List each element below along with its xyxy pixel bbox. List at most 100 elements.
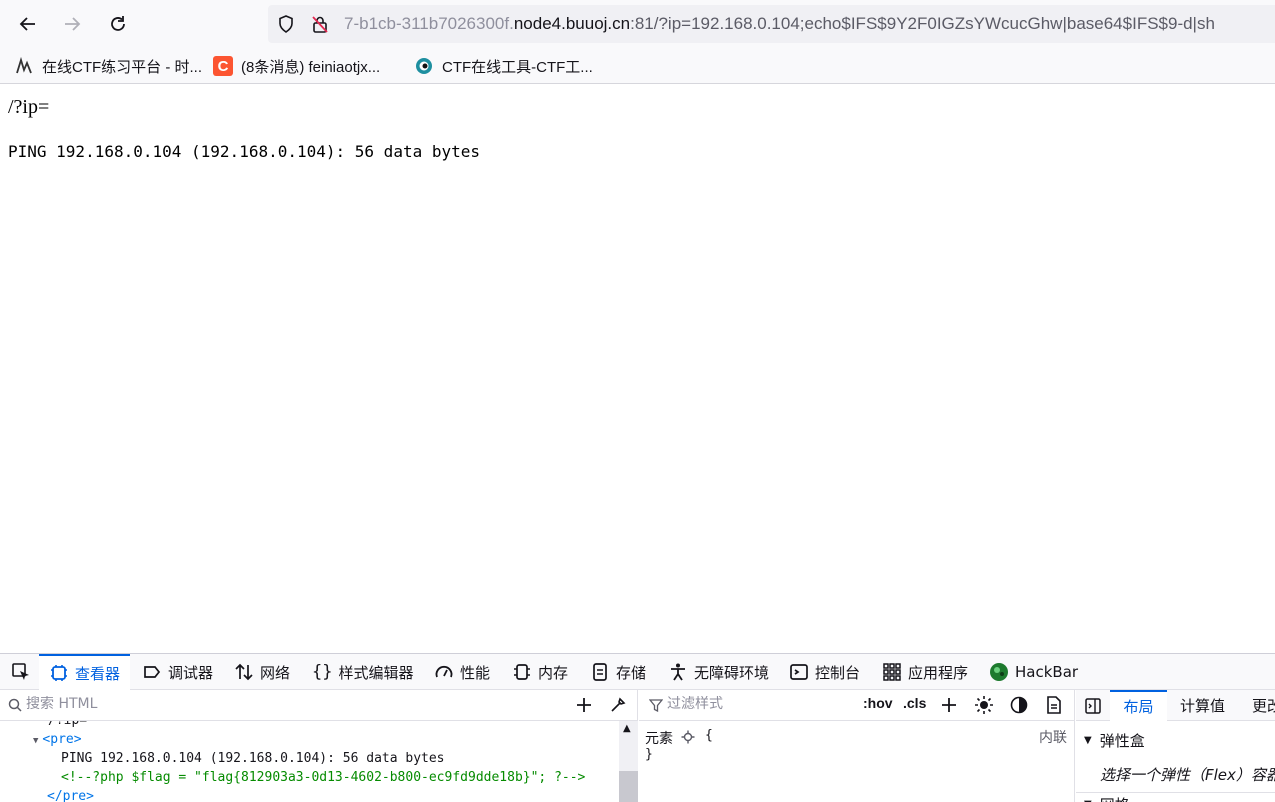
bookmark-label: CTF在线工具-CTF工... bbox=[442, 58, 593, 76]
devtools-tabbar: 查看器 调试器 网络 {} 样式编辑器 性能 内存 存储 无障碍环境 控制台 应… bbox=[0, 654, 1275, 690]
csdn-icon: C bbox=[213, 56, 233, 76]
tab-application[interactable]: 应用程序 bbox=[882, 654, 968, 690]
tab-label: 调试器 bbox=[168, 663, 214, 682]
tab-storage[interactable]: 存储 bbox=[590, 654, 646, 690]
grid-section-header[interactable]: ▼ 网格 bbox=[1084, 794, 1130, 802]
bookmark-item[interactable]: C (8条消息) feiniaotjx... bbox=[213, 54, 380, 78]
open-brace: { bbox=[705, 728, 713, 743]
markup-view: /?ip= ▼ <pre> PING 192.168.0.104 (192.168… bbox=[0, 690, 638, 802]
html-tree: /?ip= ▼ <pre> PING 192.168.0.104 (192.168… bbox=[0, 721, 618, 802]
gear-icon[interactable] bbox=[681, 730, 695, 744]
dark-theme-icon[interactable] bbox=[1009, 695, 1029, 715]
toggle-pane-icon[interactable] bbox=[1084, 697, 1102, 715]
tree-text-node[interactable]: PING 192.168.0.104 (192.168.0.104): 56 d… bbox=[61, 749, 445, 768]
back-arrow-icon bbox=[19, 17, 35, 31]
tab-computed[interactable]: 计算值 bbox=[1180, 690, 1225, 721]
storage-icon bbox=[593, 663, 607, 681]
forward-arrow-icon bbox=[65, 17, 81, 31]
page-content: /?ip= PING 192.168.0.104 (192.168.0.104)… bbox=[0, 84, 1275, 653]
search-icon bbox=[8, 698, 22, 712]
inspector-icon bbox=[51, 665, 67, 681]
filter-icon bbox=[649, 699, 663, 712]
tab-network[interactable]: 网络 bbox=[234, 654, 290, 690]
performance-icon bbox=[435, 665, 453, 678]
tab-memory[interactable]: 内存 bbox=[512, 654, 568, 690]
accessibility-icon bbox=[671, 663, 685, 681]
bookmark-item[interactable]: CTF在线工具-CTF工... bbox=[414, 54, 593, 78]
tab-accessibility[interactable]: 无障碍环境 bbox=[668, 654, 769, 690]
bookmarks-bar: 在线CTF练习平台 - 时... C (8条消息) feiniaotjx... … bbox=[0, 48, 1275, 84]
eyedropper-icon[interactable] bbox=[609, 696, 627, 714]
ping-output: PING 192.168.0.104 (192.168.0.104): 56 d… bbox=[8, 142, 481, 161]
insecure-lock-icon[interactable] bbox=[310, 14, 330, 34]
devtools-panel: 查看器 调试器 网络 {} 样式编辑器 性能 内存 存储 无障碍环境 控制台 应… bbox=[0, 653, 1275, 802]
style-filter-input[interactable] bbox=[667, 696, 867, 712]
scrollbar-thumb[interactable] bbox=[619, 771, 638, 802]
cls-button[interactable]: .cls bbox=[903, 695, 926, 711]
flexbox-section-header[interactable]: ▼ 弹性盒 bbox=[1084, 730, 1145, 751]
memory-icon bbox=[514, 664, 530, 680]
tab-label: HackBar bbox=[1015, 663, 1079, 681]
element-picker-button[interactable] bbox=[6, 654, 36, 690]
tracking-shield-icon[interactable] bbox=[276, 14, 296, 34]
close-brace: } bbox=[645, 747, 653, 762]
tab-label: 控制台 bbox=[815, 663, 861, 682]
forward-button[interactable] bbox=[56, 8, 88, 40]
tree-text-node[interactable]: /?ip= bbox=[48, 721, 87, 730]
bookmark-label: 在线CTF练习平台 - 时... bbox=[42, 58, 202, 76]
back-button[interactable] bbox=[12, 8, 44, 40]
scroll-up-icon[interactable]: ▲ bbox=[623, 723, 631, 734]
tab-label: 性能 bbox=[460, 663, 491, 682]
tab-performance[interactable]: 性能 bbox=[434, 654, 490, 690]
tab-debugger[interactable]: 调试器 bbox=[142, 654, 213, 690]
tab-label: 无障碍环境 bbox=[694, 663, 770, 682]
page-heading: /?ip= bbox=[8, 96, 50, 118]
tag-pre-close[interactable]: </pre> bbox=[47, 787, 94, 802]
hackbar-icon bbox=[990, 663, 1008, 681]
network-icon bbox=[235, 663, 253, 681]
reload-button[interactable] bbox=[102, 8, 134, 40]
url-host: node4.buuoj.cn bbox=[513, 14, 631, 33]
url-bar[interactable]: 7-b1cb-311b7026300f.node4.buuoj.cn:81/?i… bbox=[268, 5, 1275, 43]
style-editor-icon: {} bbox=[312, 662, 333, 682]
bookshelf-icon bbox=[14, 56, 34, 76]
tag-pre-open: <pre> bbox=[42, 732, 82, 747]
add-node-icon[interactable] bbox=[575, 696, 593, 714]
browser-toolbar: 7-b1cb-311b7026300f.node4.buuoj.cn:81/?i… bbox=[0, 0, 1275, 48]
debugger-icon bbox=[144, 666, 161, 678]
divider bbox=[1076, 792, 1275, 793]
html-search-input[interactable] bbox=[26, 696, 546, 712]
tab-inspector[interactable]: 查看器 bbox=[39, 654, 131, 690]
tab-label: 存储 bbox=[616, 663, 647, 682]
ctf-tool-icon bbox=[414, 56, 434, 76]
style-filter-row: :hov .cls bbox=[639, 690, 1075, 721]
inline-label[interactable]: 内联 bbox=[1039, 727, 1067, 747]
flexbox-hint: 选择一个弹性（Flex）容器 bbox=[1100, 766, 1275, 784]
tab-style-editor[interactable]: {} 样式编辑器 bbox=[312, 654, 414, 690]
application-icon bbox=[883, 663, 901, 681]
tab-label: 内存 bbox=[538, 663, 569, 682]
url-text[interactable]: 7-b1cb-311b7026300f.node4.buuoj.cn:81/?i… bbox=[344, 14, 1274, 34]
tab-label: 样式编辑器 bbox=[338, 663, 414, 682]
tab-console[interactable]: 控制台 bbox=[789, 654, 860, 690]
expand-triangle-icon[interactable]: ▼ bbox=[33, 736, 38, 746]
tab-hackbar[interactable]: HackBar bbox=[989, 654, 1078, 690]
bookmark-item[interactable]: 在线CTF练习平台 - 时... bbox=[14, 54, 202, 78]
tree-comment-node[interactable]: <!--?php $flag = "flag{812903a3-0d13-460… bbox=[61, 768, 585, 787]
tab-changes[interactable]: 更改 bbox=[1252, 690, 1275, 721]
html-search-row bbox=[0, 690, 638, 721]
tab-layout[interactable]: 布局 bbox=[1110, 690, 1167, 721]
flexbox-title: 弹性盒 bbox=[1099, 732, 1145, 750]
light-theme-icon[interactable] bbox=[974, 695, 994, 715]
tab-label: 网络 bbox=[260, 663, 291, 682]
sidebar-tabs: 布局 计算值 更改 bbox=[1076, 690, 1275, 721]
collapse-triangle-icon: ▼ bbox=[1084, 735, 1092, 746]
layout-sidebar: 布局 计算值 更改 ▼ 弹性盒 选择一个弹性（Flex）容器 ▼ 网格 bbox=[1076, 690, 1275, 802]
bookmark-label: (8条消息) feiniaotjx... bbox=[241, 58, 381, 76]
add-rule-icon[interactable] bbox=[939, 695, 959, 715]
grid-title: 网格 bbox=[1100, 794, 1130, 802]
markup-scrollbar[interactable]: ▲ bbox=[619, 721, 638, 802]
tree-node-pre[interactable]: ▼ <pre> bbox=[33, 730, 82, 749]
hov-button[interactable]: :hov bbox=[863, 695, 893, 711]
print-media-icon[interactable] bbox=[1044, 695, 1064, 715]
